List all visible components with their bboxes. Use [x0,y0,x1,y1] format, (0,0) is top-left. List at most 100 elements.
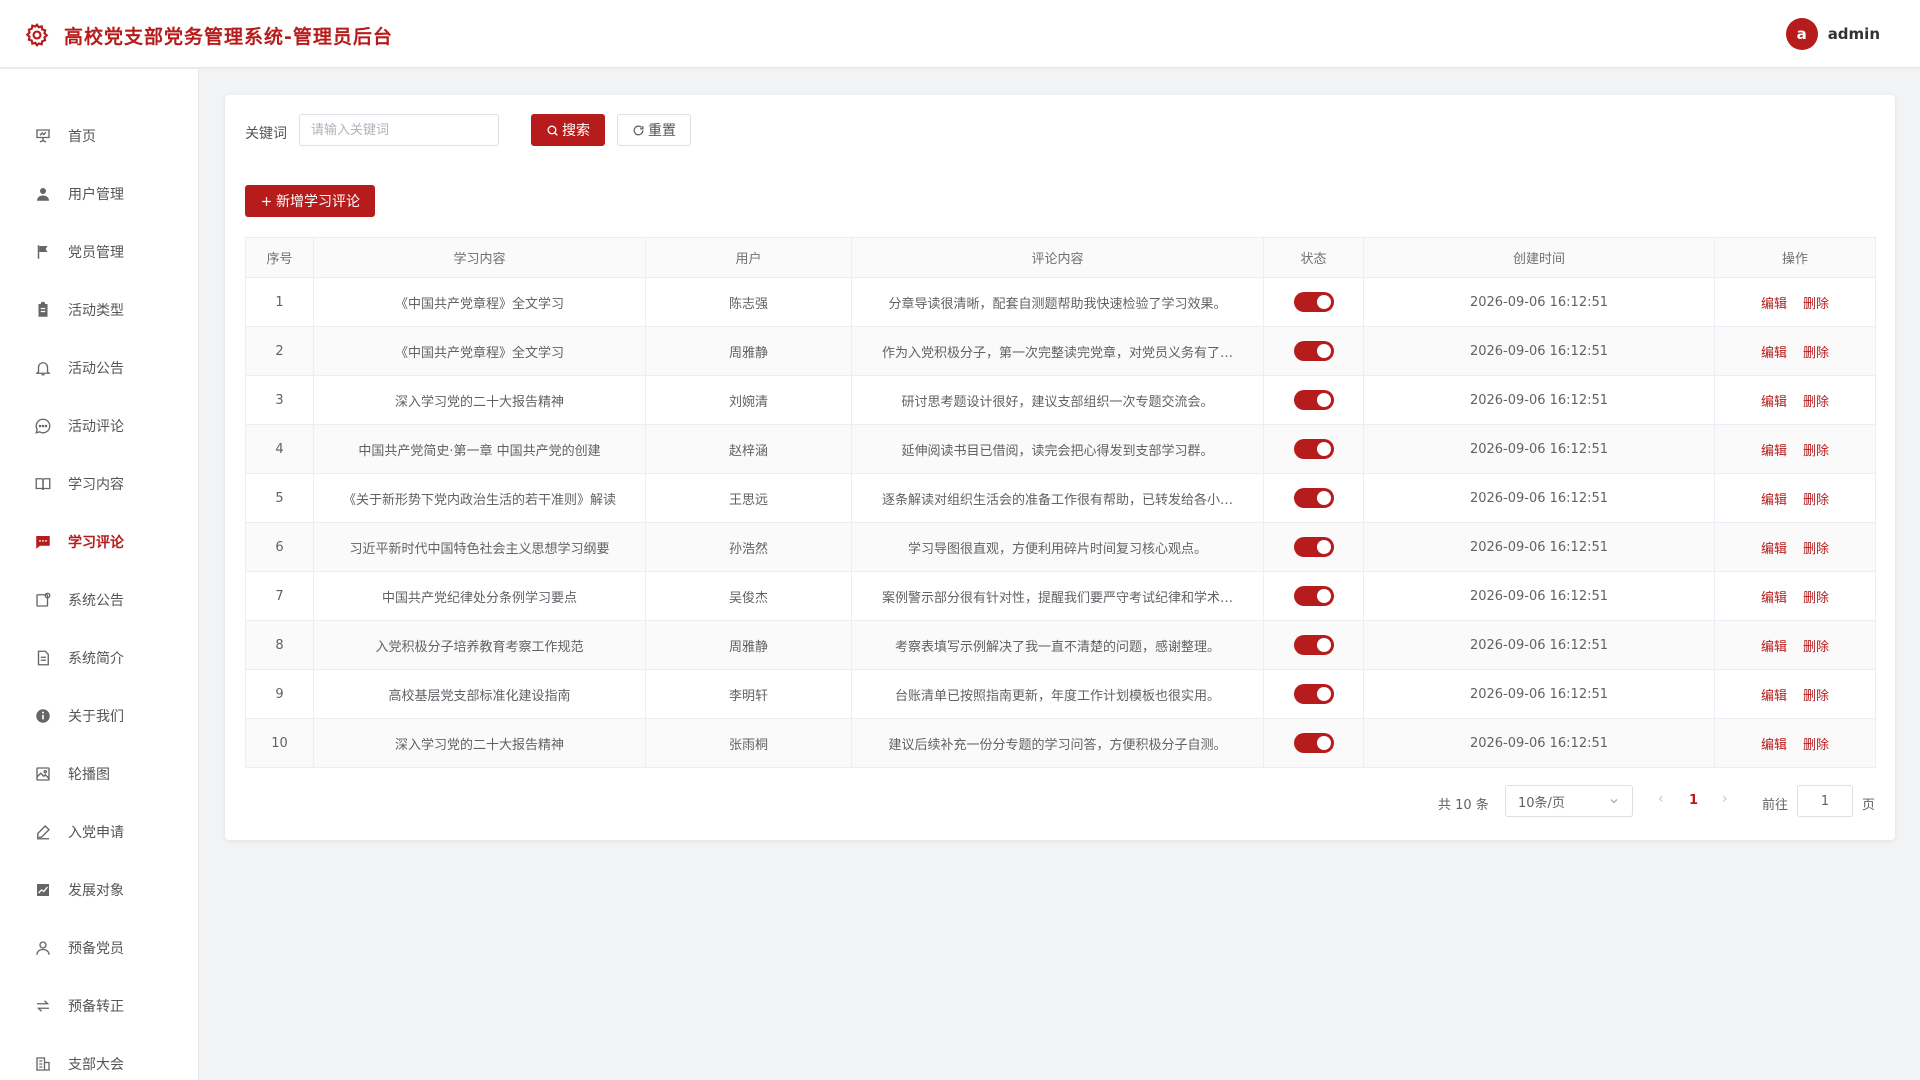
sidebar-item-label: 关于我们 [68,709,124,725]
status-toggle[interactable] [1293,390,1334,410]
status-toggle[interactable] [1293,684,1334,704]
delete-button[interactable]: 删除 [1803,738,1829,753]
sidebar-item-study-comments[interactable]: 学习评论 [0,522,199,562]
comment-cell: 研讨思考题设计很好，建议支部组织一次专题交流会。 [851,375,1264,425]
delete-button[interactable]: 删除 [1803,395,1829,410]
status-toggle[interactable] [1293,488,1334,508]
sidebar-item-branch-meeting[interactable]: 支部大会 [0,1044,199,1080]
sidebar-item-carousel[interactable]: 轮播图 [0,754,199,794]
page-size-select[interactable]: 10条/页 [1505,785,1633,817]
edit-button[interactable]: 编辑 [1761,689,1787,704]
edit-button[interactable]: 编辑 [1761,591,1787,606]
study-content-cell: 高校基层党支部标准化建设指南 [313,669,646,719]
goto-page-input[interactable] [1797,785,1853,817]
edit-button[interactable]: 编辑 [1761,346,1787,361]
row-index: 3 [245,375,314,425]
delete-button[interactable]: 删除 [1803,689,1829,704]
study-content-cell: 《中国共产党章程》全文学习 [313,277,646,327]
user-menu[interactable]: a admin [1785,18,1880,50]
sidebar-item-label: 支部大会 [68,1057,124,1073]
column-header[interactable]: 评论内容 [851,237,1264,278]
delete-button[interactable]: 删除 [1803,591,1829,606]
sidebar-item-probationary-members[interactable]: 预备党员 [0,928,199,968]
presentation-icon [36,129,50,143]
status-toggle[interactable] [1293,537,1334,557]
edit-button[interactable]: 编辑 [1761,297,1787,312]
switch-icon [36,1000,50,1012]
username[interactable]: admin [1828,25,1880,43]
table-row: 4 中国共产党简史·第一章 中国共产党的创建 赵梓涵 延伸阅读书目已借阅，读完会把心得… [245,424,1876,474]
edit-button[interactable]: 编辑 [1761,542,1787,557]
avatar[interactable]: a [1785,18,1818,50]
sidebar-item-home[interactable]: 首页 [0,116,199,156]
sidebar-item-activity-comments[interactable]: 活动评论 [0,406,199,446]
delete-button[interactable]: 删除 [1803,640,1829,655]
search-button[interactable]: 搜索 [531,114,605,146]
status-toggle[interactable] [1293,439,1334,459]
sidebar-item-users[interactable]: 用户管理 [0,174,199,214]
comment-icon [36,536,50,549]
study-content-cell: 习近平新时代中国特色社会主义思想学习纲要 [313,522,646,572]
status-cell [1263,718,1364,768]
refresh-icon [633,125,644,135]
column-header[interactable]: 创建时间 [1363,237,1715,278]
next-page-button[interactable]: › [1722,791,1728,807]
delete-button[interactable]: 删除 [1803,346,1829,361]
status-cell [1263,424,1364,474]
delete-button[interactable]: 删除 [1803,444,1829,459]
status-toggle[interactable] [1293,733,1334,753]
reset-button[interactable]: 重置 [617,114,691,146]
edit-button[interactable]: 编辑 [1761,738,1787,753]
edit-button[interactable]: 编辑 [1761,640,1787,655]
sidebar-item-activity-notices[interactable]: 活动公告 [0,348,199,388]
edit-button[interactable]: 编辑 [1761,493,1787,508]
user-cell: 陈志强 [645,277,852,327]
column-header[interactable]: 序号 [245,237,314,278]
delete-button[interactable]: 删除 [1803,297,1829,312]
status-toggle[interactable] [1293,292,1334,312]
sidebar-item-study-content[interactable]: 学习内容 [0,464,199,504]
actions-cell: 编辑 删除 [1714,375,1876,425]
delete-button[interactable]: 删除 [1803,542,1829,557]
sidebar-item-party-application[interactable]: 入党申请 [0,812,199,852]
trend-icon [37,884,49,896]
sidebar-item-about-us[interactable]: 关于我们 [0,696,199,736]
created-time-cell: 2026-09-06 16:12:51 [1363,277,1715,327]
edit-button[interactable]: 编辑 [1761,444,1787,459]
status-toggle[interactable] [1293,586,1334,606]
created-time-cell: 2026-09-06 16:12:51 [1363,326,1715,376]
status-cell [1263,473,1364,523]
prev-page-button[interactable]: ‹ [1658,791,1664,807]
column-header[interactable]: 状态 [1263,237,1364,278]
keyword-input[interactable] [299,114,499,146]
edit-button[interactable]: 编辑 [1761,395,1787,410]
table-header-row: 序号 学习内容 用户 评论内容 状态 创建时间 操作 [245,237,1876,278]
page-number[interactable]: 1 [1689,793,1698,808]
row-index: 4 [245,424,314,474]
sidebar-item-development-targets[interactable]: 发展对象 [0,870,199,910]
sidebar-item-system-intro[interactable]: 系统简介 [0,638,199,678]
app-title: 高校党支部党务管理系统-管理员后台 [64,26,393,48]
delete-button[interactable]: 删除 [1803,493,1829,508]
sidebar-item-label: 用户管理 [68,187,124,203]
actions-cell: 编辑 删除 [1714,326,1876,376]
column-header[interactable]: 操作 [1714,237,1876,278]
sidebar-item-label: 轮播图 [68,767,110,783]
goto-label: 前往 [1762,798,1789,813]
column-header[interactable]: 用户 [645,237,852,278]
page-suffix: 页 [1862,798,1876,813]
sidebar-item-full-membership[interactable]: 预备转正 [0,986,199,1026]
actions-cell: 编辑 删除 [1714,522,1876,572]
sidebar-item-members[interactable]: 党员管理 [0,232,199,272]
row-index: 9 [245,669,314,719]
row-index: 6 [245,522,314,572]
sidebar-item-system-notices[interactable]: 系统公告 [0,580,199,620]
add-study-comment-button[interactable]: 新增学习评论 [245,185,375,217]
reset-button-label: 重置 [648,123,676,139]
status-toggle[interactable] [1293,635,1334,655]
created-time-cell: 2026-09-06 16:12:51 [1363,669,1715,719]
status-toggle[interactable] [1293,341,1334,361]
notice-icon [36,592,51,607]
column-header[interactable]: 学习内容 [313,237,646,278]
sidebar-item-activity-types[interactable]: 活动类型 [0,290,199,330]
